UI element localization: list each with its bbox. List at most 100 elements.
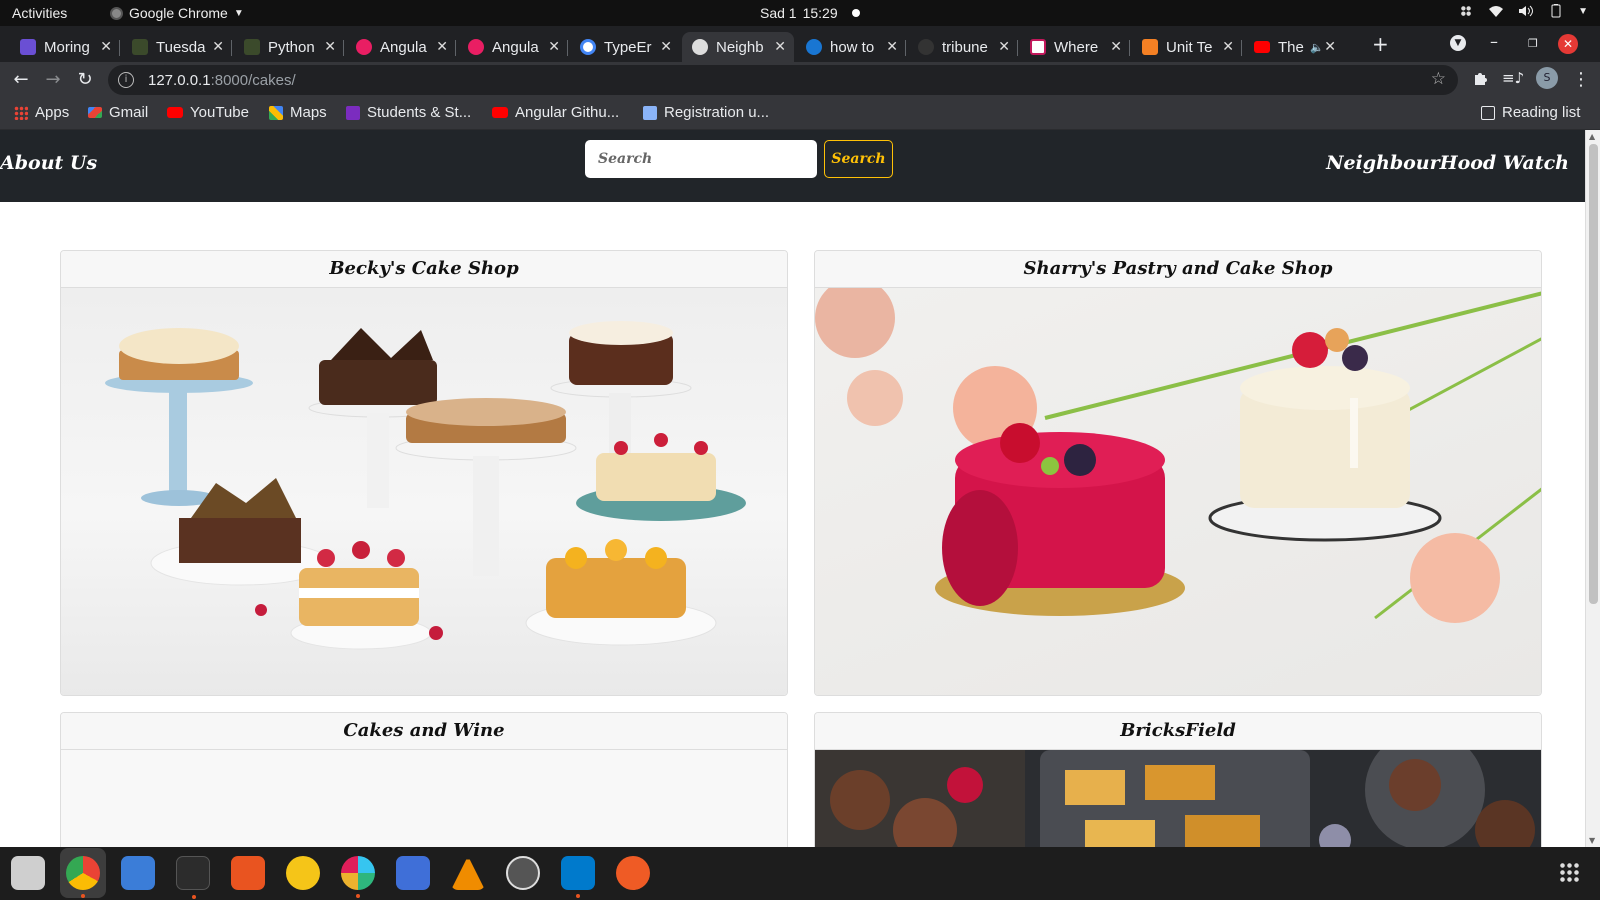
chrome-icon: [110, 6, 123, 20]
new-tab-button[interactable]: +: [1372, 32, 1389, 56]
postman-app-icon[interactable]: [616, 856, 650, 890]
media-queue-icon[interactable]: ≡♪: [1502, 69, 1524, 87]
card-title: Becky's Cake Shop: [61, 251, 787, 288]
tab-tuesday[interactable]: Tuesda ✕: [122, 32, 232, 62]
minimize-window-button[interactable]: –: [1490, 32, 1498, 51]
tab-how-to[interactable]: how to ✕: [796, 32, 906, 62]
tab-label: The: [1278, 38, 1304, 56]
scrollbar-thumb[interactable]: [1589, 144, 1598, 604]
battery-icon[interactable]: [1548, 4, 1564, 18]
close-tab-icon[interactable]: ✕: [998, 38, 1010, 55]
cake-shop-card[interactable]: BricksField: [814, 712, 1542, 847]
screenshot-app-icon[interactable]: [396, 856, 430, 890]
slack-tray-icon[interactable]: [1458, 4, 1474, 18]
site-info-icon[interactable]: i: [118, 72, 134, 88]
bookmark-label: Students & St...: [367, 104, 472, 121]
scroll-down-arrow-icon[interactable]: ▼: [1589, 836, 1595, 845]
profile-avatar[interactable]: S: [1536, 67, 1558, 89]
chrome-app-icon[interactable]: [66, 856, 100, 898]
site-brand-link[interactable]: NeighbourHood Watch: [1326, 152, 1569, 174]
system-tray[interactable]: ▼: [1458, 4, 1588, 18]
bookmark-apps[interactable]: Apps: [14, 104, 69, 121]
tab-unit-test[interactable]: Unit Te ✕: [1132, 32, 1242, 62]
url-host: 127.0.0.1: [148, 71, 211, 89]
tab-search-icon[interactable]: ▼: [1450, 35, 1466, 51]
bookmark-gmail[interactable]: Gmail: [88, 104, 148, 121]
url-path: :8000/cakes/: [210, 71, 296, 89]
software-center-app-icon[interactable]: [231, 856, 265, 890]
tab-angular-2[interactable]: Angula ✕: [458, 32, 568, 62]
cake-shop-card[interactable]: Cakes and Wine: [60, 712, 788, 847]
volume-icon[interactable]: [1518, 4, 1534, 18]
url-text[interactable]: 127.0.0.1:8000/cakes/: [148, 72, 296, 89]
bookmark-registration[interactable]: Registration u...: [643, 104, 769, 121]
close-tab-icon[interactable]: ✕: [774, 38, 786, 55]
bookmark-label: Gmail: [109, 104, 149, 121]
card-image-assorted-cakes[interactable]: [61, 288, 787, 695]
search-button[interactable]: Search: [824, 140, 893, 178]
tab-tribune[interactable]: tribune ✕: [908, 32, 1018, 62]
close-tab-icon[interactable]: ✕: [212, 38, 224, 55]
tab-label: Neighb: [716, 38, 764, 56]
bookmark-star-icon[interactable]: ☆: [1431, 69, 1446, 89]
more-menu-icon[interactable]: ⋮: [1572, 69, 1590, 90]
cake-shop-card[interactable]: Becky's Cake Shop: [60, 250, 788, 696]
wifi-icon[interactable]: [1488, 4, 1504, 18]
files-app-icon[interactable]: [11, 856, 45, 890]
vscode-app-icon[interactable]: [561, 856, 595, 898]
back-arrow-icon[interactable]: ←: [10, 69, 32, 90]
tab-typeerror[interactable]: TypeEr ✕: [570, 32, 680, 62]
about-us-link[interactable]: About Us: [0, 152, 97, 174]
text-editor-app-icon[interactable]: [121, 856, 155, 890]
audio-playing-icon[interactable]: 🔈: [1310, 41, 1324, 54]
tab-python[interactable]: Python ✕: [234, 32, 344, 62]
bookmark-angular-github[interactable]: Angular Githu...: [492, 104, 619, 121]
bookmark-maps[interactable]: Maps: [269, 104, 327, 121]
close-tab-icon[interactable]: ✕: [436, 38, 448, 55]
tab-angular-1[interactable]: Angula ✕: [346, 32, 456, 62]
restore-window-button[interactable]: ❐: [1528, 37, 1538, 50]
tab-label: tribune: [942, 38, 988, 56]
extensions-puzzle-icon[interactable]: [1472, 69, 1490, 87]
scroll-up-arrow-icon[interactable]: ▲: [1589, 132, 1595, 141]
cake-illustration: [815, 288, 1541, 623]
page-scrollbar[interactable]: ▲ ▼: [1585, 130, 1600, 847]
tab-where[interactable]: Where ✕: [1020, 32, 1130, 62]
app-menu[interactable]: Google Chrome ▼: [110, 5, 244, 21]
card-image-mousse-cakes[interactable]: [815, 288, 1541, 695]
close-tab-icon[interactable]: ✕: [1110, 38, 1122, 55]
show-applications-grid-icon[interactable]: [1559, 862, 1579, 882]
vlc-app-icon[interactable]: [451, 856, 485, 890]
close-window-button[interactable]: ✕: [1558, 34, 1578, 54]
tab-neighbourhood-active[interactable]: Neighb ✕: [682, 32, 794, 62]
tab-youtube-audio[interactable]: The 🔈 ✕: [1244, 32, 1344, 62]
power-menu-chevron-icon[interactable]: ▼: [1578, 6, 1588, 17]
close-tab-icon[interactable]: ✕: [100, 38, 112, 55]
bookmark-students[interactable]: Students & St...: [346, 104, 471, 121]
rhythmbox-app-icon[interactable]: [286, 856, 320, 890]
close-tab-icon[interactable]: ✕: [886, 38, 898, 55]
search-input[interactable]: [585, 140, 817, 178]
forward-arrow-icon[interactable]: →: [42, 69, 64, 90]
app-menu-label: Google Chrome: [129, 5, 228, 21]
close-tab-icon[interactable]: ✕: [1222, 38, 1234, 55]
reading-list-button[interactable]: Reading list: [1481, 104, 1580, 121]
close-tab-icon[interactable]: ✕: [660, 38, 672, 55]
close-tab-icon[interactable]: ✕: [1324, 38, 1336, 55]
terminal-app-icon[interactable]: [176, 856, 210, 899]
tab-favicon-icon: [356, 39, 372, 55]
card-image-bricksfield[interactable]: [815, 750, 1541, 847]
close-tab-icon[interactable]: ✕: [324, 38, 336, 55]
clock[interactable]: Sad 1 15:29: [760, 5, 860, 21]
reload-icon[interactable]: ↻: [74, 69, 96, 90]
close-tab-icon[interactable]: ✕: [548, 38, 560, 55]
software-updater-app-icon[interactable]: [506, 856, 540, 890]
tab-moring[interactable]: Moring ✕: [10, 32, 120, 62]
activities-button[interactable]: Activities: [12, 5, 67, 21]
address-bar[interactable]: i 127.0.0.1:8000/cakes/ ☆: [108, 65, 1458, 95]
slack-app-icon[interactable]: [341, 856, 375, 898]
card-image-cakes-and-wine[interactable]: [61, 750, 787, 847]
bookmark-youtube[interactable]: YouTube: [167, 104, 249, 121]
globe-icon: [692, 39, 708, 55]
cake-shop-card[interactable]: Sharry's Pastry and Cake Shop: [814, 250, 1542, 696]
